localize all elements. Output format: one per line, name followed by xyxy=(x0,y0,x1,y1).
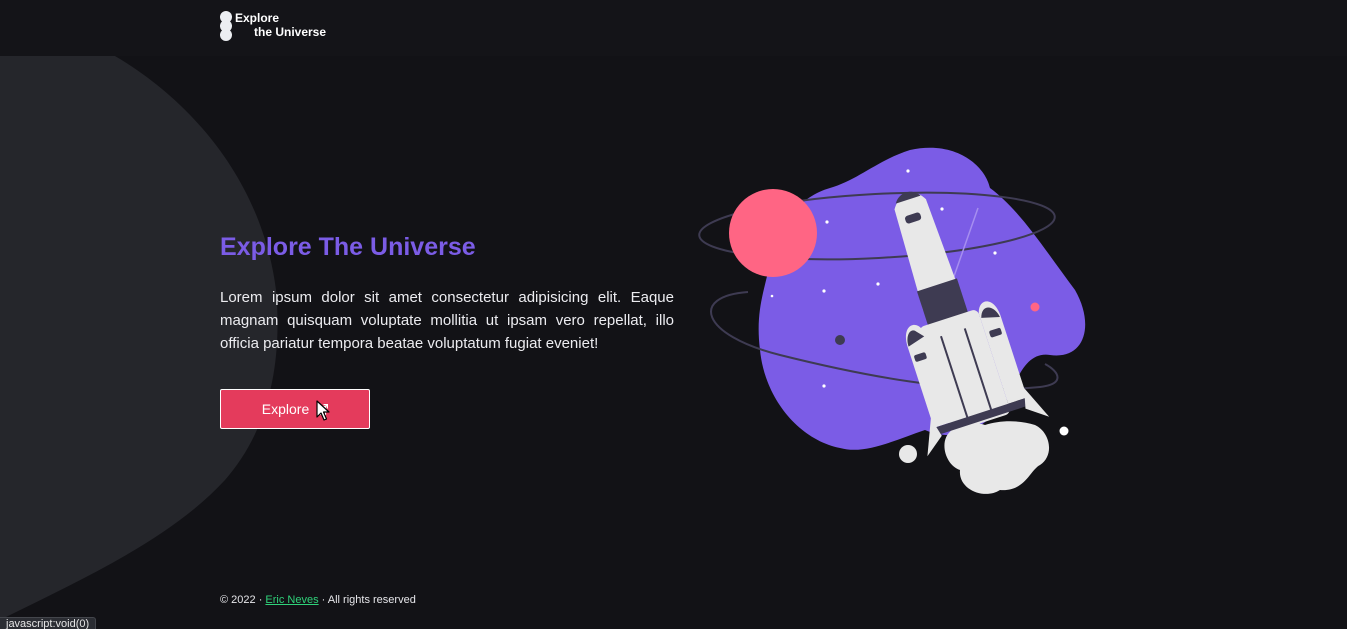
site-logo[interactable]: Explore the Universe xyxy=(220,11,326,41)
browser-status-bar: javascript:void(0) xyxy=(0,617,97,629)
footer-copyright: © 2022 · xyxy=(220,594,266,606)
logo-text: Explore the Universe xyxy=(235,11,326,39)
explore-button-label: Explore xyxy=(261,401,310,417)
hero-description: Lorem ipsum dolor sit amet consectetur a… xyxy=(220,289,674,352)
logo-line-2: the Universe xyxy=(254,25,327,39)
logo-circles-icon xyxy=(220,11,232,41)
footer-author-link[interactable]: Eric Neves xyxy=(265,594,318,606)
hero-title: Explore The Universe xyxy=(220,233,476,261)
explore-button[interactable]: Explore xyxy=(220,389,370,429)
rocket-illustration xyxy=(698,147,1086,494)
logo-line-1: Explore xyxy=(235,11,280,25)
footer-rights: · All rights reserved xyxy=(318,594,416,606)
footer: © 2022 · Eric Neves · All rights reserve… xyxy=(220,594,416,606)
mouse-pointer-icon xyxy=(316,400,330,421)
